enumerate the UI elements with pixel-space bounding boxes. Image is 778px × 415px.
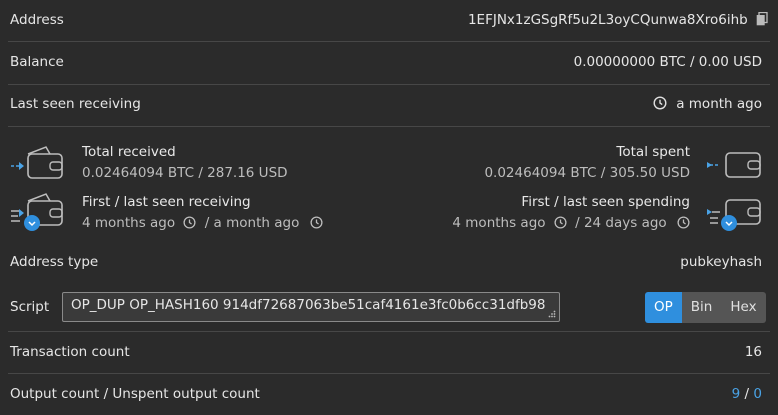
first-seen-spending: 4 months ago (452, 215, 546, 231)
divider (8, 126, 770, 127)
wallet-send-clock-icon (707, 199, 761, 231)
wallet-send-icon (707, 152, 761, 178)
copy-icon[interactable] (756, 11, 768, 26)
total-received-title: Total received (82, 144, 176, 160)
format-bin-button[interactable]: Bin (681, 292, 722, 323)
clock-icon (677, 216, 690, 229)
format-op-button[interactable]: OP (645, 292, 682, 323)
last-seen-value-group: a month ago (653, 96, 762, 112)
wallet-receive-clock-icon (11, 193, 63, 231)
clock-icon (653, 96, 667, 110)
first-last-spending-title: First / last seen spending (521, 194, 690, 210)
divider (8, 373, 770, 374)
first-seen-receiving: 4 months ago (82, 215, 176, 231)
script-value: OP_DUP OP_HASH160 914df72687063be51caf41… (71, 297, 546, 313)
script-format-toggle: OP Bin Hex (645, 292, 766, 323)
output-count-label: Output count / Unspent output count (10, 386, 260, 402)
output-count-separator: / (744, 386, 750, 402)
balance-value: 0.00000000 BTC / 0.00 USD (574, 54, 762, 70)
last-seen-label: Last seen receiving (10, 96, 141, 112)
clock-icon (183, 216, 196, 229)
tx-count-value: 16 (744, 344, 762, 360)
first-last-receiving-value: 4 months ago / a month ago (82, 215, 323, 231)
last-seen-receiving: / a month ago (204, 215, 300, 231)
format-hex-button[interactable]: Hex (721, 292, 766, 323)
balance-label: Balance (10, 54, 64, 70)
output-count-total-link[interactable]: 9 (732, 386, 741, 402)
address-value[interactable]: 1EFJNx1zGSgRf5u2L3oyCQunwa8Xro6ihb (468, 12, 748, 28)
wallet-receive-icon (11, 146, 63, 179)
output-count-value: 9 / 0 (732, 386, 762, 402)
total-spent-value: 0.02464094 BTC / 305.50 USD (484, 165, 690, 181)
balance-separator: / (689, 54, 695, 70)
address-type-value: pubkeyhash (680, 254, 762, 270)
address-details-panel: Address 1EFJNx1zGSgRf5u2L3oyCQunwa8Xro6i… (0, 0, 778, 415)
balance-usd: 0.00 USD (698, 54, 762, 70)
last-seen-value: a month ago (676, 96, 762, 112)
divider (8, 84, 770, 85)
address-label: Address (10, 12, 64, 28)
address-type-label: Address type (10, 254, 99, 270)
address-value-group: 1EFJNx1zGSgRf5u2L3oyCQunwa8Xro6ihb (468, 11, 768, 28)
balance-btc: 0.00000000 BTC (573, 54, 686, 70)
script-textarea[interactable]: OP_DUP OP_HASH160 914df72687063be51caf41… (62, 292, 560, 322)
tx-count-label: Transaction count (10, 344, 130, 360)
script-label: Script (10, 299, 50, 315)
unspent-count-link[interactable]: 0 (753, 386, 762, 402)
total-spent-title: Total spent (616, 144, 690, 160)
first-last-spending-value: 4 months ago / 24 days ago (452, 215, 690, 231)
divider (8, 41, 770, 42)
total-received-value: 0.02464094 BTC / 287.16 USD (82, 165, 288, 181)
clock-icon (310, 216, 323, 229)
resize-grip-icon[interactable] (548, 310, 556, 318)
divider (8, 331, 770, 332)
last-seen-spending: / 24 days ago (575, 215, 667, 231)
clock-icon (554, 216, 567, 229)
first-last-receiving-title: First / last seen receiving (82, 194, 251, 210)
